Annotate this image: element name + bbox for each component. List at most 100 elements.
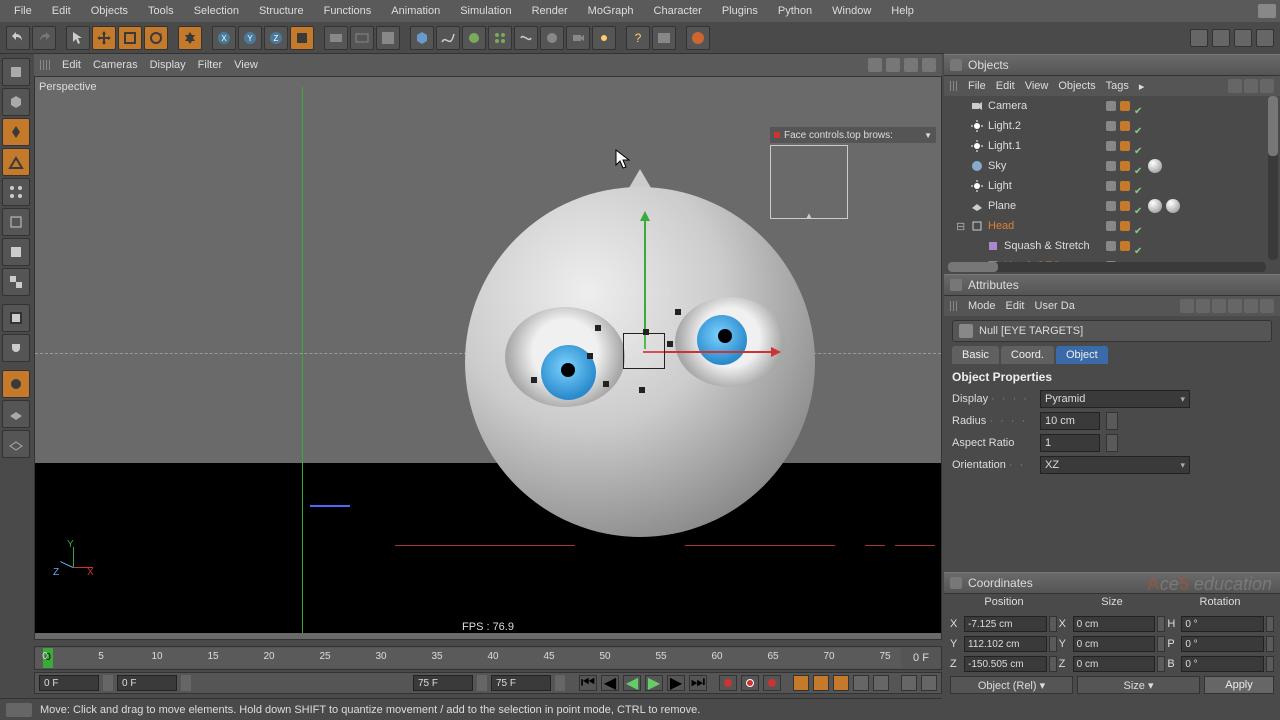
home-icon[interactable] bbox=[1244, 79, 1258, 93]
layer-dot-icon[interactable] bbox=[1106, 181, 1116, 191]
objects-tree[interactable]: CameraLight.2Light.1SkyLightPlane⊟HeadSq… bbox=[944, 96, 1280, 274]
enable-check-icon[interactable] bbox=[1134, 141, 1144, 151]
objects-menu-file[interactable]: File bbox=[968, 80, 986, 92]
object-type-row[interactable]: Null [EYE TARGETS] bbox=[952, 320, 1272, 342]
coord-space-dropdown[interactable]: Object (Rel) ▾ bbox=[950, 676, 1073, 694]
spinner-icon[interactable] bbox=[103, 675, 113, 691]
spinner-icon[interactable] bbox=[1049, 636, 1057, 652]
visibility-dot-icon[interactable] bbox=[1120, 241, 1130, 251]
view-menu-cameras[interactable]: Cameras bbox=[93, 59, 138, 71]
face-controls-pad[interactable]: ▲ bbox=[770, 145, 848, 219]
size-field[interactable]: 0 cm bbox=[1073, 636, 1156, 652]
menu-structure[interactable]: Structure bbox=[249, 5, 314, 17]
locked-workplane-button[interactable] bbox=[2, 370, 30, 398]
tab-object[interactable]: Object bbox=[1056, 346, 1108, 364]
v-scrollbar[interactable] bbox=[1268, 96, 1278, 260]
frame-end-field[interactable]: 75 F bbox=[413, 675, 473, 691]
layout-icon[interactable] bbox=[1212, 29, 1230, 47]
model-mode-button[interactable] bbox=[2, 88, 30, 116]
visibility-dot-icon[interactable] bbox=[1120, 201, 1130, 211]
layer-dot-icon[interactable] bbox=[1106, 101, 1116, 111]
size-field[interactable]: 0 cm bbox=[1073, 656, 1156, 672]
goto-start-button[interactable]: ⏮ bbox=[579, 675, 597, 691]
selection-handle[interactable] bbox=[639, 387, 645, 393]
objects-panel-header[interactable]: Objects bbox=[944, 54, 1280, 76]
rotation-field[interactable]: 0 ° bbox=[1181, 616, 1264, 632]
z-axis-button[interactable]: Z bbox=[264, 26, 288, 50]
light-button[interactable] bbox=[592, 26, 616, 50]
help-tool-button[interactable]: ? bbox=[626, 26, 650, 50]
point-mode-button[interactable] bbox=[2, 178, 30, 206]
menu-character[interactable]: Character bbox=[644, 5, 712, 17]
grip-icon[interactable] bbox=[950, 81, 958, 91]
selection-handle[interactable] bbox=[675, 309, 681, 315]
objects-menu-more[interactable]: ▸ bbox=[1139, 80, 1145, 93]
record-button[interactable] bbox=[719, 675, 737, 691]
view-zoom-icon[interactable] bbox=[886, 58, 900, 72]
menu-python[interactable]: Python bbox=[768, 5, 822, 17]
enable-check-icon[interactable] bbox=[1134, 221, 1144, 231]
selection-handle[interactable] bbox=[667, 341, 673, 347]
spinner-icon[interactable] bbox=[555, 675, 565, 691]
enable-check-icon[interactable] bbox=[1134, 121, 1144, 131]
display-dropdown[interactable]: Pyramid bbox=[1040, 390, 1190, 408]
scrollbar-thumb[interactable] bbox=[1268, 96, 1278, 156]
menu-tools[interactable]: Tools bbox=[138, 5, 184, 17]
key-param-button[interactable] bbox=[853, 675, 869, 691]
layer-dot-icon[interactable] bbox=[1106, 161, 1116, 171]
texture-mode-button[interactable] bbox=[2, 268, 30, 296]
spinner-icon[interactable] bbox=[1106, 434, 1118, 452]
view-menu-view[interactable]: View bbox=[234, 59, 258, 71]
view-menu-edit[interactable]: Edit bbox=[62, 59, 81, 71]
edge-mode-button[interactable] bbox=[2, 208, 30, 236]
nav-fwd-icon[interactable] bbox=[1212, 299, 1226, 313]
frame-max-field[interactable]: 75 F bbox=[491, 675, 551, 691]
timeline-options-button[interactable] bbox=[901, 675, 917, 691]
attr-menu-userdata[interactable]: User Da bbox=[1035, 300, 1075, 312]
render-settings-button[interactable] bbox=[376, 26, 400, 50]
position-field[interactable]: 112.102 cm bbox=[964, 636, 1047, 652]
apply-button[interactable]: Apply bbox=[1204, 676, 1274, 694]
enable-check-icon[interactable] bbox=[1134, 161, 1144, 171]
grip-icon[interactable] bbox=[950, 301, 958, 311]
x-axis-button[interactable]: X bbox=[212, 26, 236, 50]
rotate-tool-button[interactable] bbox=[144, 26, 168, 50]
spinner-icon[interactable] bbox=[1106, 412, 1118, 430]
menu-help[interactable]: Help bbox=[881, 5, 924, 17]
scale-tool-button[interactable] bbox=[118, 26, 142, 50]
timeline-track[interactable]: 0 051015202530354045505560657075 bbox=[35, 648, 901, 668]
visibility-dot-icon[interactable] bbox=[1120, 101, 1130, 111]
array-button[interactable] bbox=[488, 26, 512, 50]
layer-dot-icon[interactable] bbox=[1106, 241, 1116, 251]
menu-objects[interactable]: Objects bbox=[81, 5, 138, 17]
spinner-icon[interactable] bbox=[1266, 656, 1274, 672]
visibility-dot-icon[interactable] bbox=[1120, 161, 1130, 171]
autokey-button[interactable] bbox=[741, 675, 759, 691]
face-controls-title[interactable]: Face controls.top brows: ▼ bbox=[770, 127, 936, 143]
redo-button[interactable] bbox=[32, 26, 56, 50]
spinner-icon[interactable] bbox=[1266, 616, 1274, 632]
menu-window[interactable]: Window bbox=[822, 5, 881, 17]
objects-menu-view[interactable]: View bbox=[1025, 80, 1049, 92]
visibility-dot-icon[interactable] bbox=[1120, 221, 1130, 231]
spinner-icon[interactable] bbox=[477, 675, 487, 691]
camera-button[interactable] bbox=[566, 26, 590, 50]
viewport-solo-button[interactable] bbox=[2, 304, 30, 332]
coord-system-button[interactable] bbox=[290, 26, 314, 50]
y-axis-button[interactable]: Y bbox=[238, 26, 262, 50]
menu-simulation[interactable]: Simulation bbox=[450, 5, 521, 17]
move-tool-button[interactable] bbox=[92, 26, 116, 50]
timeline-ruler[interactable]: 0 051015202530354045505560657075 0 F bbox=[34, 646, 942, 670]
attributes-panel-header[interactable]: Attributes bbox=[944, 274, 1280, 296]
attr-menu-mode[interactable]: Mode bbox=[968, 300, 996, 312]
objects-menu-objects[interactable]: Objects bbox=[1058, 80, 1095, 92]
spinner-icon[interactable] bbox=[1049, 656, 1057, 672]
expand-toggle-icon[interactable]: ⊟ bbox=[956, 220, 966, 233]
key-pos-button[interactable] bbox=[793, 675, 809, 691]
object-mode-button[interactable] bbox=[2, 118, 30, 146]
keyframe-button[interactable] bbox=[763, 675, 781, 691]
goto-end-button[interactable]: ⏭ bbox=[689, 675, 707, 691]
h-scrollbar[interactable] bbox=[948, 262, 1266, 272]
chevron-down-icon[interactable]: ▼ bbox=[924, 131, 932, 140]
enable-check-icon[interactable] bbox=[1134, 241, 1144, 251]
